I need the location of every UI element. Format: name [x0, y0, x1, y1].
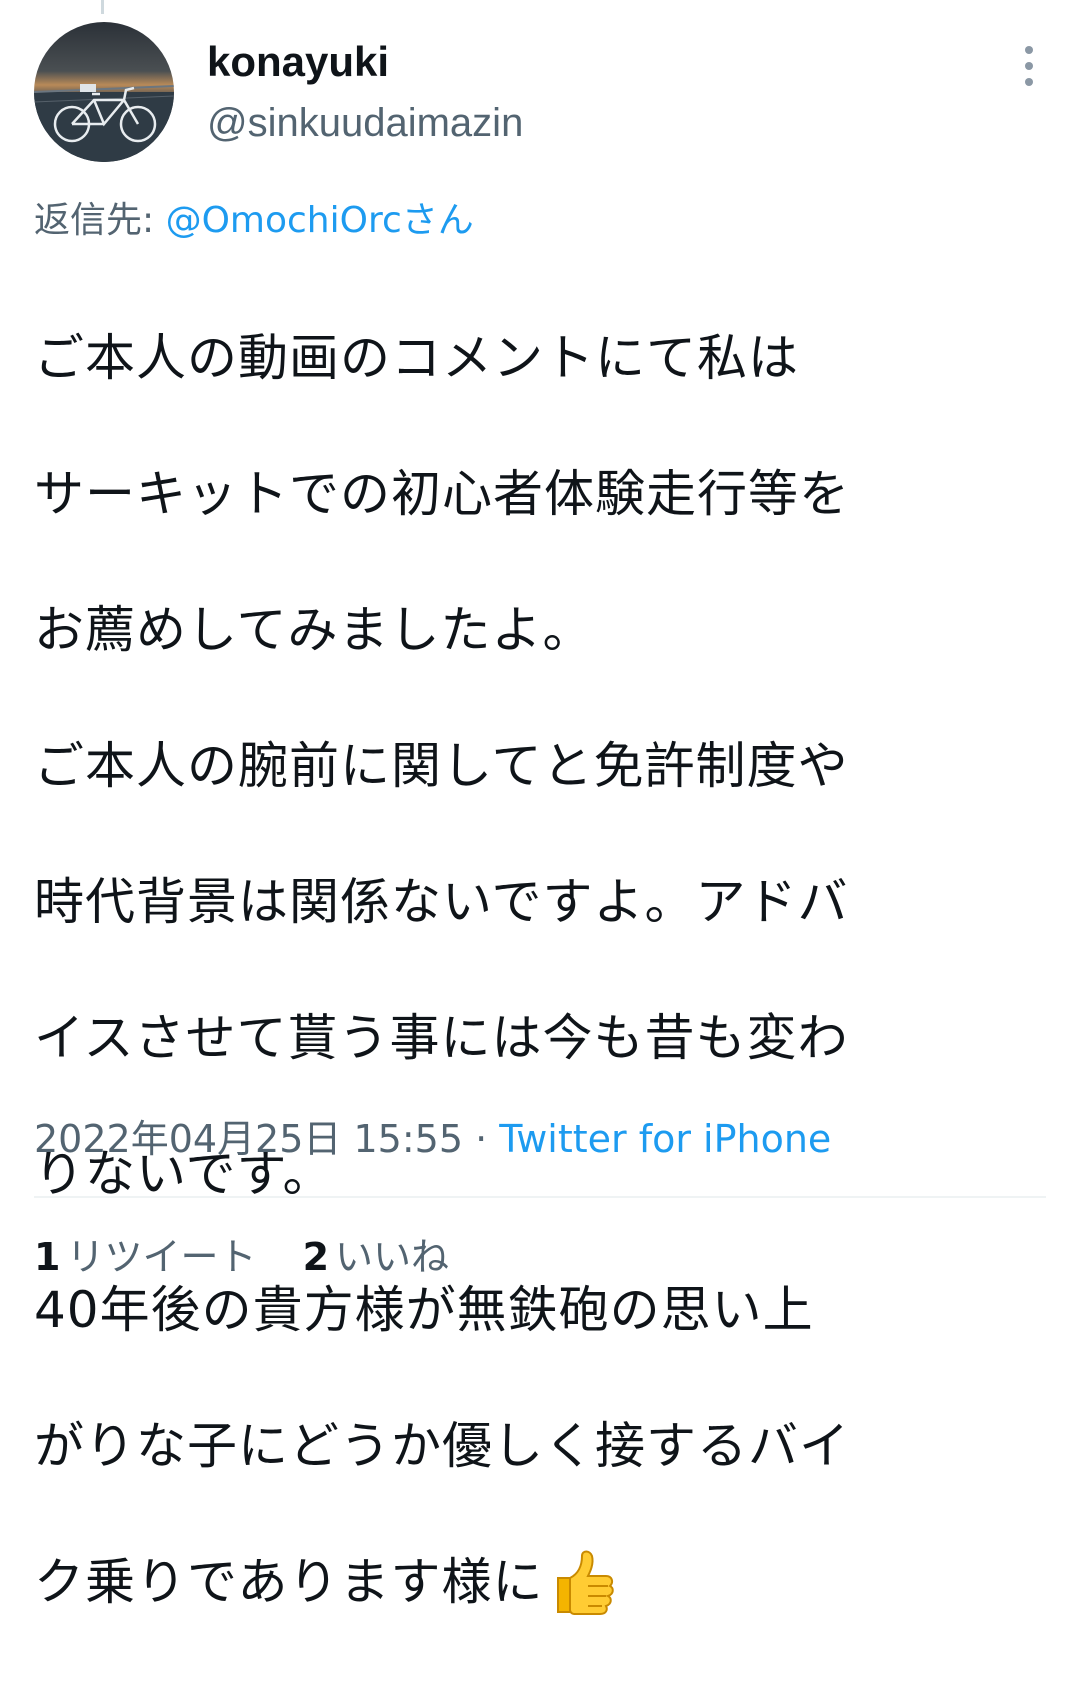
tweet-line: ク乗りであります様に [34, 1553, 544, 1611]
author-names: konayuki @sinkuudaimazin [207, 36, 523, 148]
avatar[interactable] [34, 22, 174, 162]
more-dot [1025, 62, 1033, 70]
tweet-line: サーキットでの初心者体験走行等を [34, 465, 850, 523]
retweets-label: リツイート [66, 1235, 257, 1279]
reply-context: 返信先: @OmochiOrcさん [34, 196, 474, 246]
source-link[interactable]: Twitter for iPhone [499, 1117, 831, 1161]
display-name[interactable]: konayuki [207, 36, 523, 88]
tweet-meta: 2022年04月25日 15:55 · Twitter for iPhone [34, 1114, 831, 1164]
tweet-line-last: ク乗りであります様に [34, 1548, 1044, 1616]
retweets-stat[interactable]: 1 リツイート [34, 1232, 256, 1282]
tweet-line: お薦めしてみましたよ。 [34, 601, 594, 659]
divider [34, 1196, 1046, 1198]
tweet-text: ご本人の動画のコメントにて私は サーキットでの初心者体験走行等を お薦めしてみま… [34, 256, 1044, 1684]
likes-label: いいね [335, 1235, 450, 1279]
likes-stat[interactable]: 2 いいね [303, 1232, 449, 1282]
tweet-line: イスさせて貰う事には今も昔も変わ [34, 1009, 849, 1067]
reply-prefix: 返信先: [34, 200, 166, 241]
more-options-icon[interactable] [1014, 42, 1044, 90]
more-dot [1025, 78, 1033, 86]
tweet-line: 時代背景は関係ないですよ。アドバ [34, 873, 849, 931]
tweet-line: 40年後の貴方様が無鉄砲の思い上 [34, 1281, 814, 1339]
thread-connector-line [101, 0, 104, 14]
bicycle-photo-avatar-image [34, 22, 174, 162]
timestamp[interactable]: 2022年04月25日 15:55 [34, 1117, 463, 1161]
tweet-line: がりな子にどうか優しく接するバイ [34, 1417, 850, 1475]
user-handle[interactable]: @sinkuudaimazin [207, 98, 523, 148]
more-dot [1025, 46, 1033, 54]
engagement-stats: 1 リツイート 2 いいね [34, 1232, 483, 1282]
tweet-line: ご本人の腕前に関してと免許制度や [34, 737, 849, 795]
retweets-count: 1 [34, 1235, 61, 1279]
meta-separator: · [463, 1117, 500, 1161]
reply-mention-link[interactable]: @OmochiOrcさん [166, 200, 474, 241]
likes-count: 2 [302, 1235, 330, 1279]
tweet-header: konayuki @sinkuudaimazin [34, 22, 1044, 164]
thumbs-up-icon [544, 1548, 618, 1616]
tweet-line: ご本人の動画のコメントにて私は [34, 329, 799, 387]
